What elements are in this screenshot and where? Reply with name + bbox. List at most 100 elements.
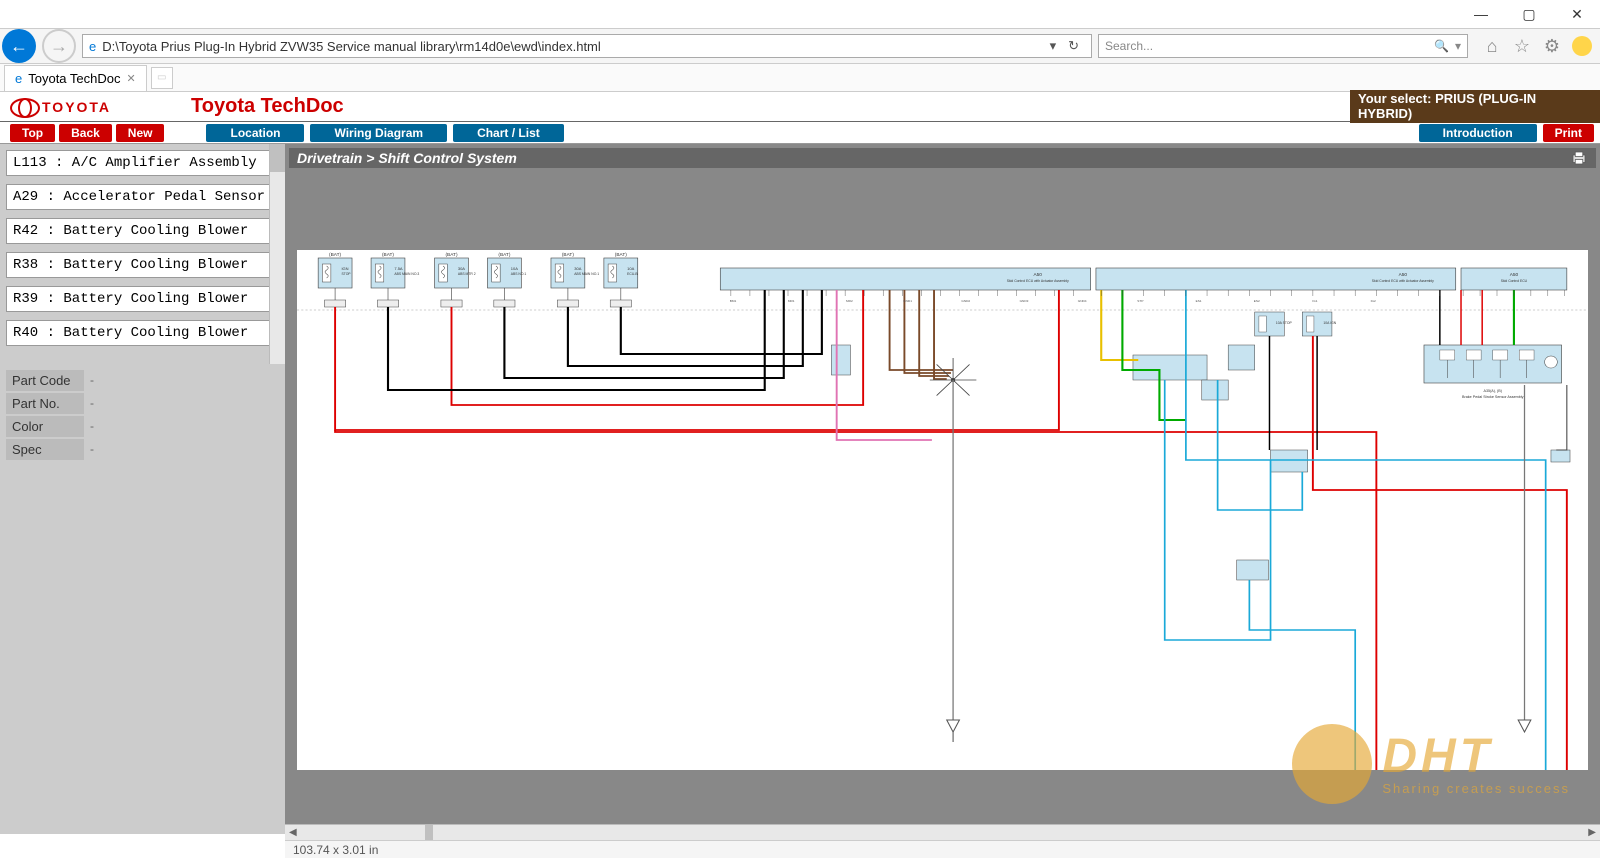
coords-label: 103.74 x 3.01 in [293,843,378,857]
svg-text:Skid Control ECU with Actuator: Skid Control ECU with Actuator Assembly [1372,279,1434,283]
browser-nav-bar: ← → e D:\Toyota Prius Plug-In Hybrid ZVW… [0,28,1600,64]
content-area: Drivetrain > Shift Control System (BAT) I… [285,144,1600,834]
svg-text:ECU-B: ECU-B [627,272,638,276]
logo-text: TOYOTA [42,99,111,115]
tab-favicon: e [15,71,22,86]
svg-text:(BAT): (BAT) [382,252,395,257]
prop-partcode: Part Code - [6,370,285,391]
prop-spec: Spec - [6,439,285,460]
print-icon[interactable] [1570,149,1588,167]
breadcrumb-bar: Drivetrain > Shift Control System [289,148,1596,168]
watermark: DHT Sharing creates success [1292,724,1570,804]
tab-techdoc[interactable]: e Toyota TechDoc ✕ [4,65,147,91]
list-scrollbar[interactable] [269,144,285,364]
svg-text:10A: 10A [627,266,635,271]
svg-text:ABS NO.1: ABS NO.1 [511,272,527,276]
svg-text:ES1: ES1 [1196,299,1202,303]
svg-text:ABS MAIN NO.3: ABS MAIN NO.3 [394,272,419,276]
sidebar: L113 : A/C Amplifier Assembly A29 : Acce… [0,144,285,834]
svg-text:GND4: GND4 [1078,299,1087,303]
chart-button[interactable]: Chart / List [453,124,564,142]
svg-text:Skid Control ECU: Skid Control ECU [1501,279,1528,283]
properties-panel: Part Code - Part No. - Color - Spec - [0,364,285,462]
list-item[interactable]: R39 : Battery Cooling Blower [6,286,279,312]
svg-text:30A: 30A [458,266,466,271]
part-list: L113 : A/C Amplifier Assembly A29 : Acce… [0,144,285,364]
browser-toolbar: ⌂ ☆ ⚙ [1474,36,1592,56]
new-button[interactable]: New [116,124,165,142]
print-button[interactable]: Print [1543,124,1594,142]
minimize-button[interactable]: — [1466,6,1496,22]
svg-text:7.5A: 7.5A [394,266,403,271]
home-icon[interactable]: ⌂ [1482,36,1502,56]
svg-text:MR1: MR1 [788,299,795,303]
svg-text:Skid Control ECU with Actuator: Skid Control ECU with Actuator Assembly [1007,279,1069,283]
tab-title: Toyota TechDoc [28,71,120,86]
svg-text:STP: STP [1137,299,1143,303]
list-item[interactable]: A29 : Accelerator Pedal Sensor [6,184,279,210]
svg-text:(BAT): (BAT) [329,252,342,257]
svg-text:IG1: IG1 [1312,299,1317,303]
wiring-button[interactable]: Wiring Diagram [310,124,447,142]
favorites-icon[interactable]: ☆ [1512,36,1532,56]
search-dropdown-icon[interactable]: ▾ [1449,39,1461,53]
vehicle-select-info: Your select: PRIUS (PLUG-IN HYBRID) [1350,90,1600,124]
watermark-small: Sharing creates success [1382,781,1570,796]
search-input[interactable]: Search... 🔍 ▾ [1098,34,1468,58]
svg-text:A50: A50 [1034,272,1043,277]
svg-text:(BAT): (BAT) [615,252,628,257]
maximize-button[interactable]: ▢ [1514,6,1544,23]
app-title: Toyota TechDoc [121,95,344,118]
svg-text:IGN: IGN [341,266,348,271]
scroll-right-icon[interactable]: ▶ [1584,827,1600,838]
list-item[interactable]: R38 : Battery Cooling Blower [6,252,279,278]
search-icon[interactable]: 🔍 [1434,39,1449,53]
svg-text:10A: 10A [511,266,519,271]
location-button[interactable]: Location [206,124,304,142]
breadcrumb: Drivetrain > Shift Control System [297,150,517,166]
tab-close-icon[interactable]: ✕ [127,72,136,85]
close-window-button[interactable]: ✕ [1562,6,1592,23]
svg-text:BM1: BM1 [730,299,737,303]
new-tab-button[interactable]: ▭ [151,67,173,89]
svg-text:A50: A50 [1510,272,1519,277]
search-placeholder: Search... [1105,39,1434,53]
list-item[interactable]: R40 : Battery Cooling Blower [6,320,279,346]
window-title-bar: — ▢ ✕ [0,0,1600,28]
svg-text:ES2: ES2 [1254,299,1260,303]
url-text: D:\Toyota Prius Plug-In Hybrid ZVW35 Ser… [102,39,601,54]
nav-button-row: Top Back New Location Wiring Diagram Cha… [0,122,1600,144]
page-icon: e [89,39,96,54]
smiley-icon[interactable] [1572,36,1592,56]
svg-text:ABS MAIN NO.1: ABS MAIN NO.1 [574,272,599,276]
list-item[interactable]: L113 : A/C Amplifier Assembly [6,150,279,176]
top-button[interactable]: Top [10,124,55,142]
svg-text:GND1: GND1 [903,299,912,303]
settings-icon[interactable]: ⚙ [1542,36,1562,56]
list-item[interactable]: R42 : Battery Cooling Blower [6,218,279,244]
back-button[interactable]: ← [2,29,36,63]
address-bar[interactable]: e D:\Toyota Prius Plug-In Hybrid ZVW35 S… [82,34,1092,58]
forward-button[interactable]: → [42,29,76,63]
toyota-logo: TOYOTA [0,98,121,116]
back-nav-button[interactable]: Back [59,124,112,142]
svg-text:30A: 30A [574,266,582,271]
svg-text:GND2: GND2 [961,299,970,303]
toyota-ovals-icon [10,98,38,116]
wiring-diagram[interactable]: (BAT) IGNSTOP (BAT) 7.5AABS MAIN NO.3 (BAT) 3… [297,250,1588,770]
svg-text:IG2: IG2 [1371,299,1376,303]
watermark-logo-icon [1292,724,1372,804]
scroll-left-icon[interactable]: ◀ [285,827,301,838]
refresh-icon[interactable]: ↻ [1062,38,1085,54]
intro-button[interactable]: Introduction [1419,124,1537,142]
tab-strip: e Toyota TechDoc ✕ ▭ [0,64,1600,92]
svg-text:Brake Pedal Stroke Sensor Asse: Brake Pedal Stroke Sensor Assembly [1462,395,1524,399]
svg-text:STOP: STOP [341,272,351,276]
svg-text:GND3: GND3 [1020,299,1029,303]
app-header: TOYOTA Toyota TechDoc Your select: PRIUS… [0,92,1600,122]
svg-text:10A IGN: 10A IGN [1323,321,1336,325]
prop-color: Color - [6,416,285,437]
addr-dropdown-icon[interactable]: ▾ [1044,38,1063,54]
horizontal-scrollbar[interactable]: ◀ ▶ [285,824,1600,840]
svg-text:10A STOP: 10A STOP [1276,321,1293,325]
